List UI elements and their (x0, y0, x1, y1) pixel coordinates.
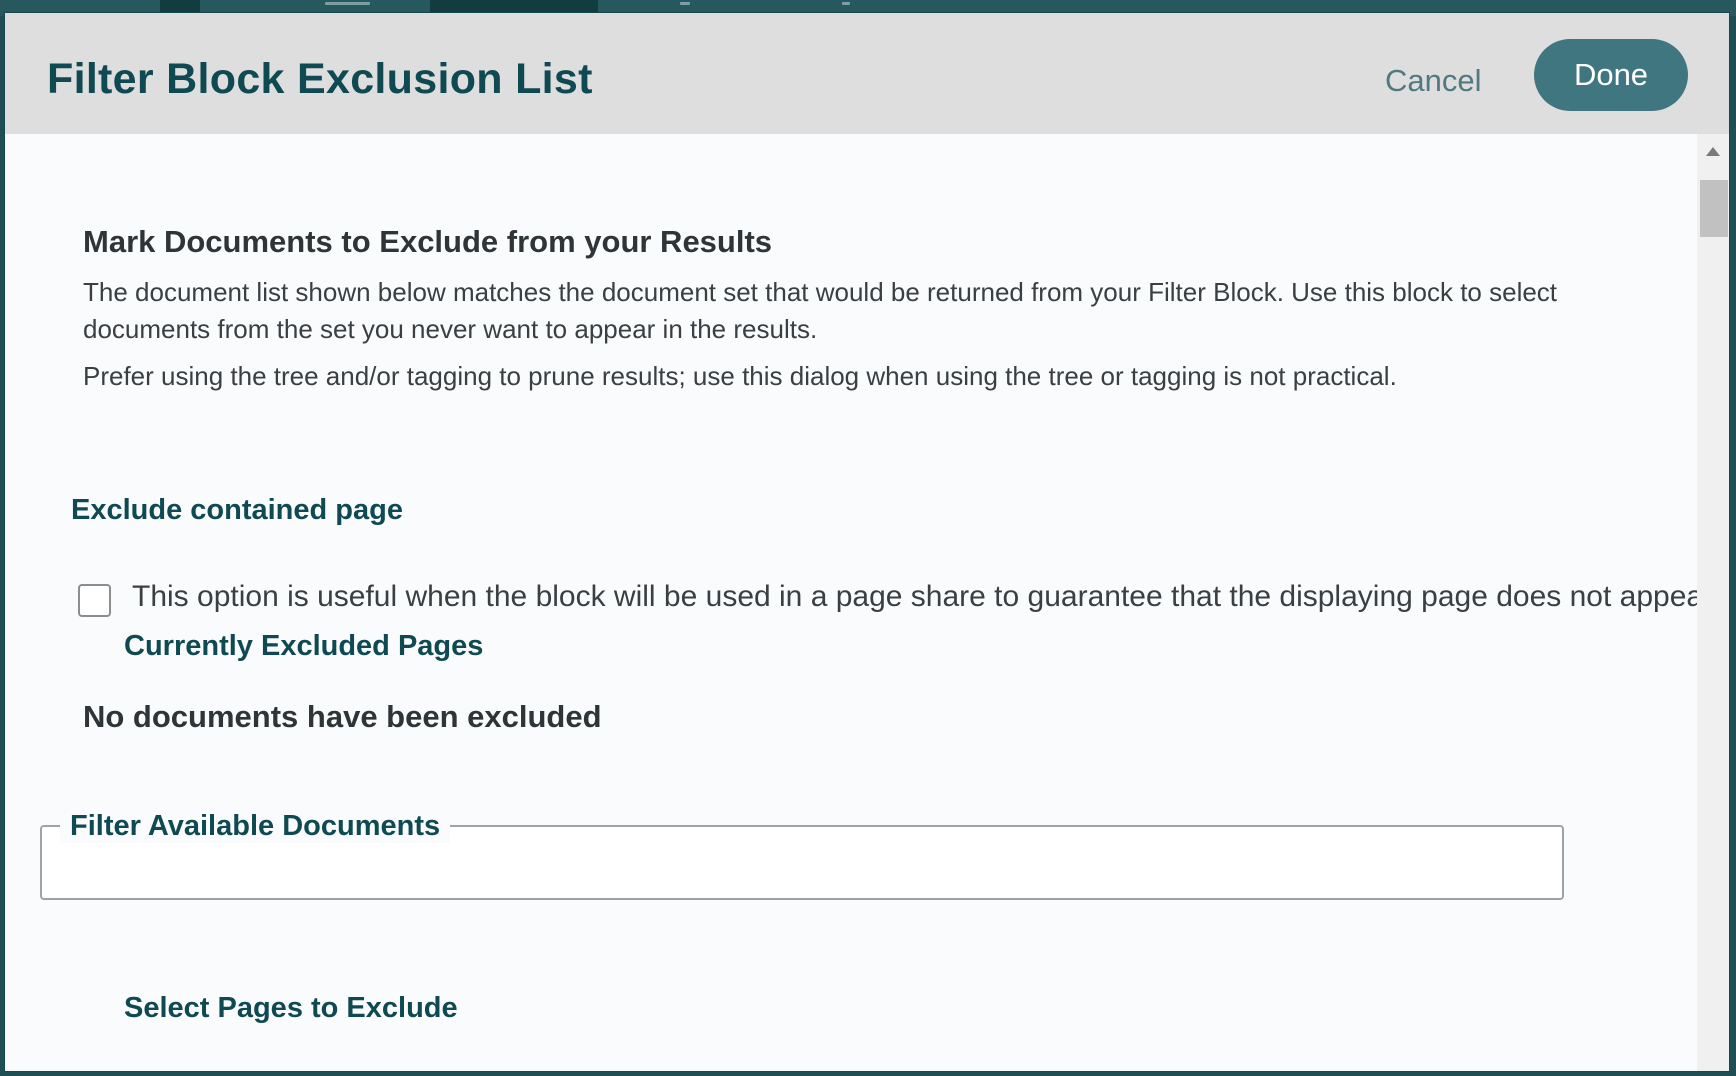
exclusion-dialog: Filter Block Exclusion List Cancel Done … (4, 12, 1730, 1072)
dialog-body: Mark Documents to Exclude from your Resu… (5, 134, 1729, 1071)
scrollbar-thumb[interactable] (1700, 180, 1728, 237)
currently-excluded-heading: Currently Excluded Pages (124, 630, 484, 662)
select-pages-heading: Select Pages to Exclude (124, 992, 458, 1024)
cancel-button[interactable]: Cancel (1385, 63, 1482, 99)
exclude-contained-label[interactable]: This option is useful when the block wil… (132, 580, 1702, 614)
dialog-title: Filter Block Exclusion List (47, 55, 593, 103)
exclude-contained-heading: Exclude contained page (71, 494, 403, 526)
dialog-header: Filter Block Exclusion List Cancel Done (5, 13, 1729, 134)
background-mark (325, 2, 370, 5)
filter-documents-input[interactable] (55, 839, 1549, 887)
scroll-up-arrow-icon[interactable] (1706, 147, 1720, 156)
exclude-contained-checkbox[interactable] (78, 584, 111, 617)
done-button[interactable]: Done (1534, 39, 1688, 111)
hint-text: Prefer using the tree and/or tagging to … (83, 361, 1397, 391)
background-mark (842, 2, 850, 5)
background-mark (680, 2, 690, 5)
description-text: The document list shown below matches th… (83, 277, 1558, 344)
empty-excluded-message: No documents have been excluded (83, 699, 602, 734)
vertical-scrollbar[interactable] (1697, 134, 1729, 1071)
section-title: Mark Documents to Exclude from your Resu… (83, 224, 773, 259)
